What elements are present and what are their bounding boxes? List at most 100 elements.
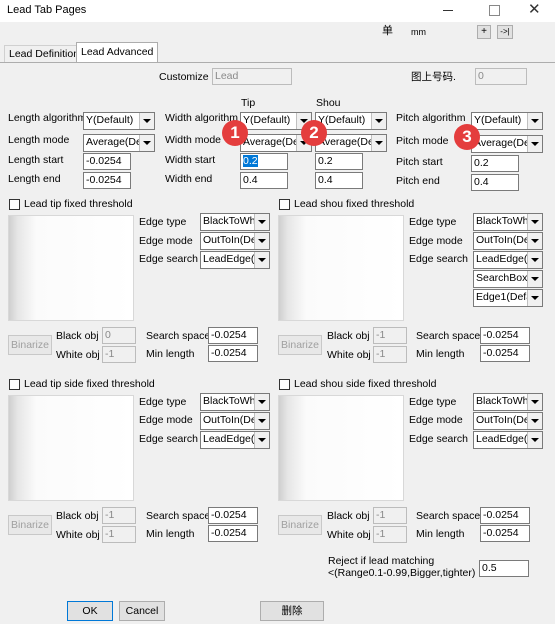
shou-side-edge-type-select[interactable]: BlackToWhi [473, 393, 543, 411]
shou-side-min-length-input[interactable]: -0.0254 [480, 525, 530, 542]
white-obj-label: White obj [56, 529, 100, 541]
chevron-down-icon [527, 214, 542, 230]
close-icon[interactable]: ✕ [528, 0, 541, 20]
shou-fixed-search-box-select[interactable]: SearchBox(I [473, 270, 543, 288]
tip-fixed-edge-search-select[interactable]: LeadEdge(D [200, 251, 270, 269]
annotation-badge-1: 1 [222, 120, 248, 146]
shou-fixed-white-obj: -1 [373, 346, 407, 363]
delete-button[interactable]: 删除 [260, 601, 324, 621]
shou-fixed-binarize-button[interactable]: Binarize [278, 335, 322, 355]
tip-side-preview [8, 395, 134, 501]
tip-width-start-input[interactable]: 0.2 [240, 153, 288, 170]
shou-fixed-search-space-input[interactable]: -0.0254 [480, 327, 530, 344]
tip-fixed-binarize-button[interactable]: Binarize [8, 335, 52, 355]
chevron-down-icon [527, 432, 542, 448]
tip-width-end-input[interactable]: 0.4 [240, 172, 288, 189]
tip-fixed-min-length-input[interactable]: -0.0254 [208, 345, 258, 362]
edge-mode-label: Edge mode [409, 235, 463, 247]
chevron-down-icon [254, 214, 269, 230]
length-mode-select[interactable]: Average(Def [83, 134, 155, 152]
edge-search-label: Edge search [409, 253, 468, 265]
length-mode-label: Length mode [8, 134, 70, 146]
pitch-algorithm-select[interactable]: Y(Default) [471, 112, 543, 130]
shou-fixed-min-length-input[interactable]: -0.0254 [480, 345, 530, 362]
length-end-input[interactable]: -0.0254 [83, 172, 131, 189]
edge-search-label: Edge search [409, 433, 468, 445]
minimize-icon[interactable] [443, 10, 453, 11]
min-length-label: Min length [416, 348, 465, 360]
shou-fixed-edge-type-select[interactable]: BlackToWhi [473, 213, 543, 231]
shou-width-end-input[interactable]: 0.4 [315, 172, 363, 189]
width-start-label: Width start [165, 154, 216, 166]
maximize-icon[interactable] [489, 5, 500, 16]
tip-fixed-edge-mode-select[interactable]: OutToIn(Def [200, 232, 270, 250]
tip-fixed-edge-type-select[interactable]: BlackToWhi [200, 213, 270, 231]
shou-fixed-preview [278, 215, 404, 321]
tip-side-binarize-button[interactable]: Binarize [8, 515, 52, 535]
pitch-start-label: Pitch start [396, 156, 443, 168]
length-algorithm-select[interactable]: Y(Default) [83, 112, 155, 130]
shou-side-search-space-input[interactable]: -0.0254 [480, 507, 530, 524]
chevron-down-icon [527, 290, 542, 306]
shou-fixed-edge1-select[interactable]: Edge1(Defa [473, 289, 543, 307]
reject-label-line2: <(Range0.1-0.99,Bigger,tighter) [328, 567, 476, 579]
tip-fixed-search-space-input[interactable]: -0.0254 [208, 327, 258, 344]
tip-side-black-obj: -1 [102, 507, 136, 524]
tab-lead-definition[interactable]: Lead Definition [4, 45, 85, 63]
unit-label: 单 [382, 25, 393, 37]
chevron-down-icon [527, 136, 542, 152]
tip-side-min-length-input[interactable]: -0.0254 [208, 525, 258, 542]
shou-side-checkbox[interactable] [279, 379, 290, 390]
pitch-mode-label: Pitch mode [396, 135, 449, 147]
tip-side-checkbox[interactable] [9, 379, 20, 390]
edge-search-label: Edge search [139, 253, 198, 265]
shou-side-edge-mode-select[interactable]: OutToIn(Def [473, 412, 543, 430]
chevron-down-icon [527, 252, 542, 268]
shou-side-binarize-button[interactable]: Binarize [278, 515, 322, 535]
tip-side-white-obj: -1 [102, 526, 136, 543]
pitch-mode-select[interactable]: Average(Def [471, 135, 543, 153]
chevron-down-icon [254, 252, 269, 268]
shou-fixed-checkbox[interactable] [279, 199, 290, 210]
plus-button[interactable]: + [477, 25, 491, 39]
shou-fixed-title: Lead shou fixed threshold [294, 198, 415, 210]
width-mode-label: Width mode [165, 134, 222, 146]
tip-fixed-title: Lead tip fixed threshold [24, 198, 133, 210]
min-length-label: Min length [146, 528, 195, 540]
shou-side-edge-search-select[interactable]: LeadEdge(D [473, 431, 543, 449]
tip-side-edge-type-select[interactable]: BlackToWhi [200, 393, 270, 411]
tip-side-edge-search-select[interactable]: LeadEdge(D [200, 431, 270, 449]
chevron-down-icon [371, 135, 386, 151]
pitch-end-input[interactable]: 0.4 [471, 174, 519, 191]
edge-type-label: Edge type [409, 216, 457, 228]
pitch-end-label: Pitch end [396, 175, 440, 187]
shou-fixed-edge-search-select[interactable]: LeadEdge(D [473, 251, 543, 269]
tip-side-search-space-input[interactable]: -0.0254 [208, 507, 258, 524]
search-space-label: Search space [146, 330, 211, 342]
edge-type-label: Edge type [139, 396, 187, 408]
tab-panel [0, 62, 555, 63]
reject-threshold-input[interactable]: 0.5 [479, 560, 529, 577]
chevron-down-icon [527, 113, 542, 129]
unit-value: mm [411, 27, 426, 37]
length-start-input[interactable]: -0.0254 [83, 153, 131, 170]
cancel-button[interactable]: Cancel [119, 601, 165, 621]
tip-side-edge-mode-select[interactable]: OutToIn(Def [200, 412, 270, 430]
shou-fixed-edge-mode-select[interactable]: OutToIn(Def [473, 232, 543, 250]
tip-fixed-checkbox[interactable] [9, 199, 20, 210]
white-obj-label: White obj [327, 349, 371, 361]
annotation-badge-2: 2 [301, 120, 327, 146]
shou-width-start-input[interactable]: 0.2 [315, 153, 363, 170]
ok-button[interactable]: OK [67, 601, 113, 621]
shou-column-label: Shou [316, 97, 341, 109]
arrow-button[interactable]: ->| [497, 25, 513, 39]
customize-field: Lead [212, 68, 292, 85]
chevron-down-icon [254, 233, 269, 249]
image-number-field: 0 [475, 68, 527, 85]
tab-lead-advanced[interactable]: Lead Advanced [76, 42, 159, 63]
shou-side-preview [278, 395, 404, 501]
edge-mode-label: Edge mode [409, 414, 463, 426]
length-end-label: Length end [8, 173, 61, 185]
white-obj-label: White obj [327, 529, 371, 541]
pitch-start-input[interactable]: 0.2 [471, 155, 519, 172]
